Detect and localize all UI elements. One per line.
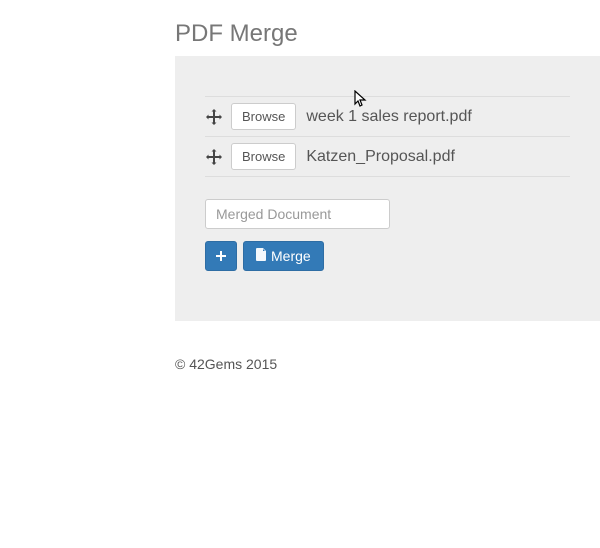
- add-file-button[interactable]: [205, 241, 237, 271]
- filename-label: Katzen_Proposal.pdf: [306, 148, 455, 166]
- page-title: PDF Merge: [175, 20, 600, 48]
- footer-text: © 42Gems 2015: [175, 356, 600, 372]
- file-list: Browse week 1 sales report.pdf Browse Ka…: [205, 96, 570, 177]
- drag-handle-icon[interactable]: [205, 148, 223, 166]
- output-filename-input[interactable]: [205, 199, 390, 229]
- browse-button[interactable]: Browse: [231, 143, 296, 170]
- plus-icon: [216, 248, 226, 264]
- browse-button[interactable]: Browse: [231, 103, 296, 130]
- merge-button-label: Merge: [271, 248, 311, 264]
- file-row: Browse week 1 sales report.pdf: [205, 96, 570, 136]
- file-pdf-icon: [256, 248, 267, 264]
- drag-handle-icon[interactable]: [205, 108, 223, 126]
- merge-panel: Browse week 1 sales report.pdf Browse Ka…: [175, 56, 600, 321]
- action-row: Merge: [205, 241, 570, 271]
- merge-button[interactable]: Merge: [243, 241, 324, 271]
- filename-label: week 1 sales report.pdf: [306, 108, 471, 126]
- file-row: Browse Katzen_Proposal.pdf: [205, 136, 570, 177]
